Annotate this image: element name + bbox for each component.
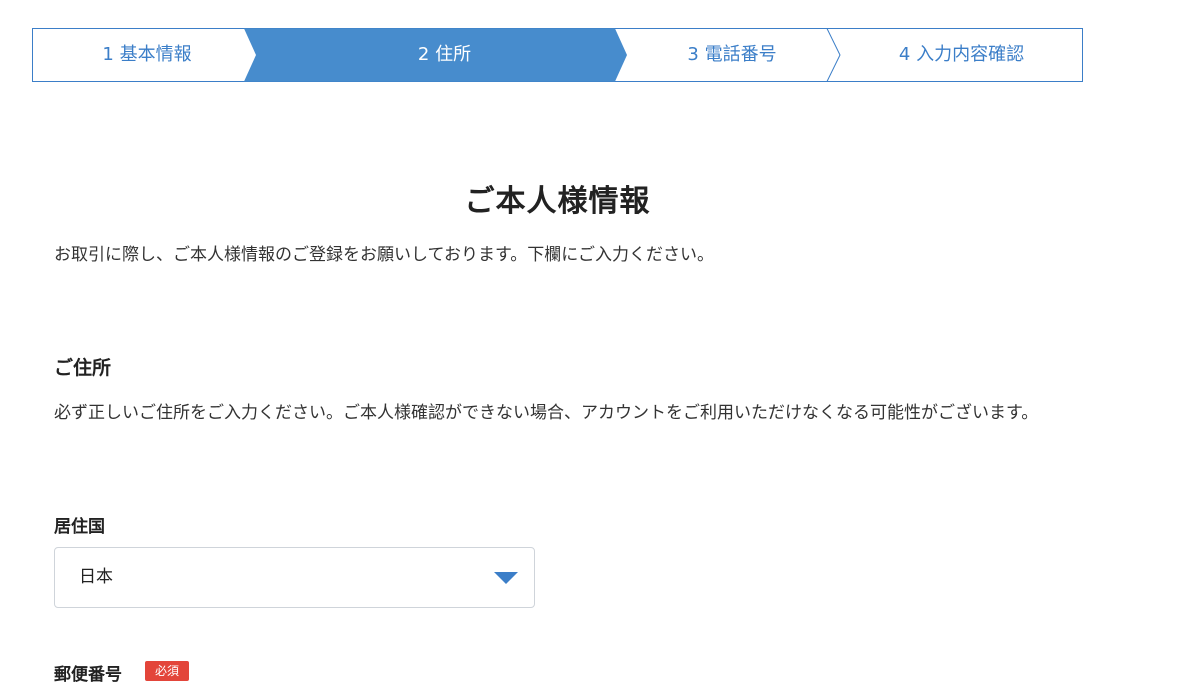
country-select[interactable]: 日本 [54, 547, 535, 608]
step-3-phone: 3 電話番号 [687, 44, 777, 65]
address-section-title: ご住所 [54, 357, 112, 379]
address-section-description: 必ず正しいご住所をご入力ください。ご本人様確認ができない場合、アカウントをご利用… [54, 403, 1039, 423]
required-badge: 必須 [145, 661, 189, 681]
page-intro-text: お取引に際し、ご本人様情報のご登録をお願いしております。下欄にご入力ください。 [54, 245, 714, 265]
step-2-address: 2 住所 [417, 44, 472, 65]
progress-stepper: 1 基本情報 2 住所 3 電話番号 4 入力内容確認 [32, 28, 1083, 82]
chevron-down-icon [494, 572, 518, 584]
country-field-label: 居住国 [54, 517, 105, 537]
step-1-basic-info: 1 基本情報 [102, 44, 192, 65]
country-select-value: 日本 [79, 567, 113, 587]
page-title: ご本人様情報 [464, 184, 651, 219]
postal-code-field-label: 郵便番号 [54, 665, 122, 685]
step-4-confirm: 4 入力内容確認 [898, 44, 1025, 65]
